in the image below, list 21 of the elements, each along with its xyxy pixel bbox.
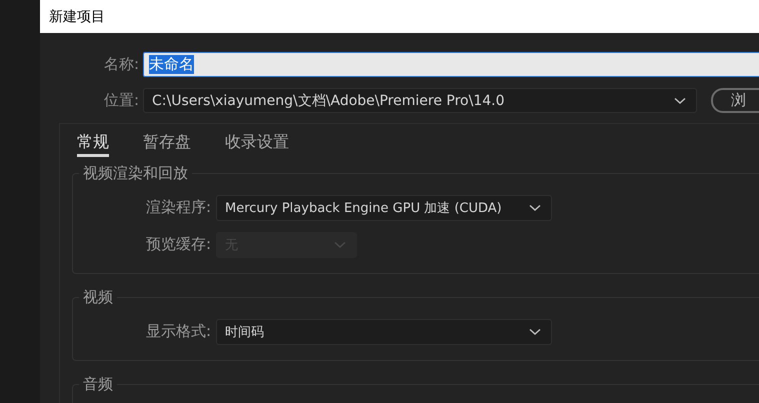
tab[interactable]: 常规	[77, 132, 109, 157]
dropdown[interactable]: 时间码	[216, 318, 552, 344]
window-title: 新建项目	[49, 8, 105, 26]
field-label: 预览缓存:	[144, 235, 212, 254]
group-title: 视频	[82, 288, 114, 307]
group-title: 视频渲染和回放	[82, 164, 189, 183]
chevron-down-icon	[529, 204, 541, 212]
name-field[interactable]: 未命名	[143, 52, 759, 77]
chevron-down-icon	[674, 96, 686, 104]
field-label: 位置:	[102, 91, 140, 110]
location-dropdown[interactable]: C:\Users\xiayumeng\文档\Adobe\Premiere Pro\14.0	[143, 88, 697, 113]
chevron-down-icon	[529, 328, 541, 336]
tab[interactable]: 收录设置	[225, 132, 289, 157]
group-title: 音频	[82, 375, 114, 394]
dropdown[interactable]: Mercury Playback Engine GPU 加速 (CUDA)	[216, 194, 552, 220]
chevron-down-icon	[334, 240, 346, 248]
field-label: 渲染程序:	[144, 198, 212, 217]
browse-button[interactable]: 浏	[711, 88, 759, 113]
field-label: 名称:	[102, 55, 140, 74]
field-label: 显示格式:	[144, 322, 212, 341]
tab[interactable]: 暂存盘	[143, 132, 191, 157]
